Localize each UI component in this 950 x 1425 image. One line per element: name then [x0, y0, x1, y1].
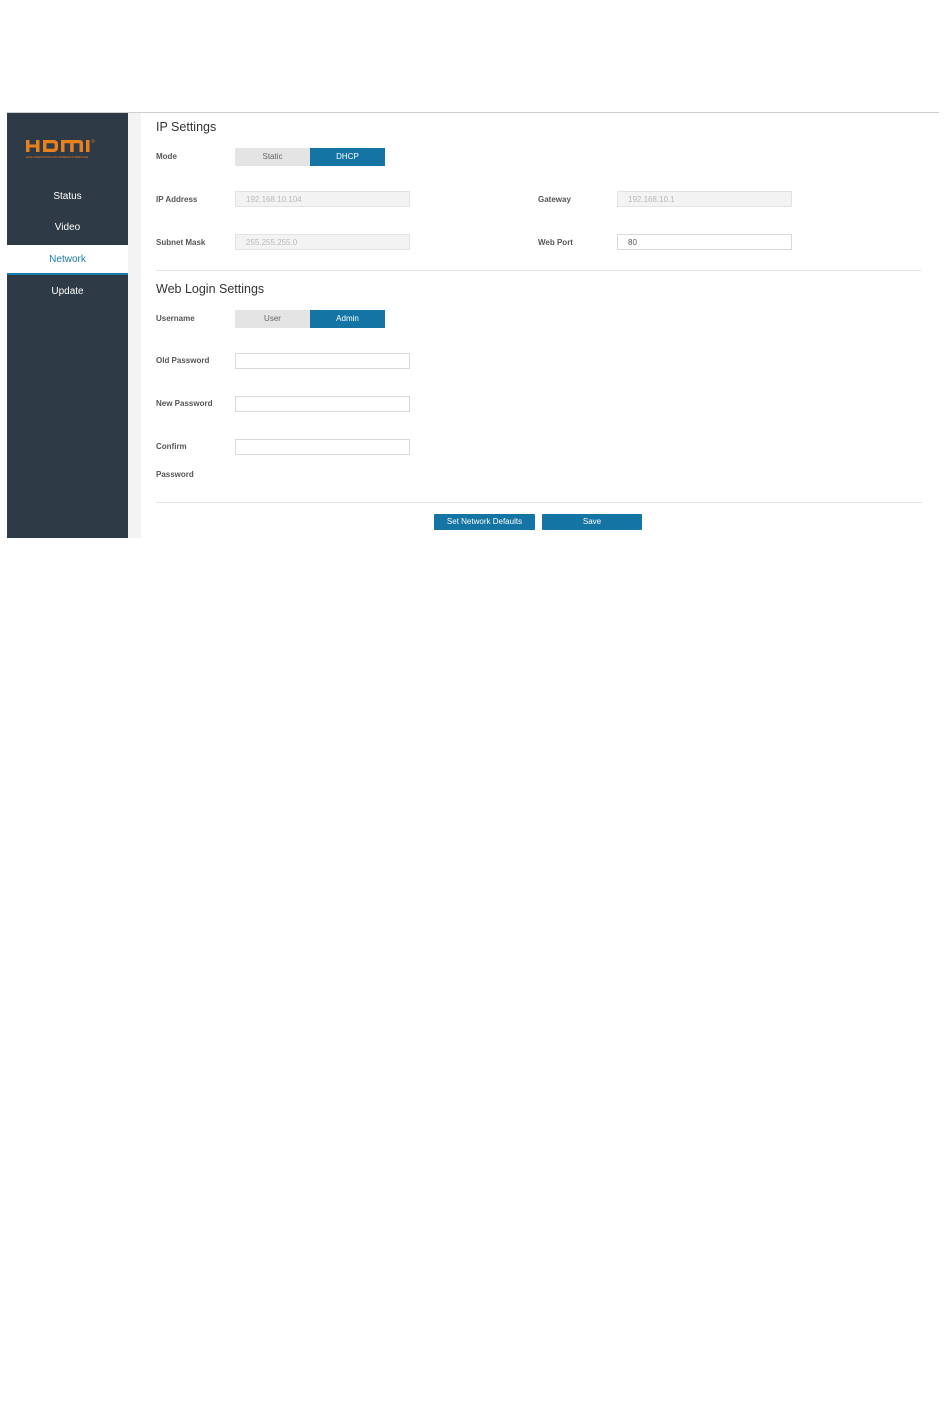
new-password-label: New Password: [156, 399, 213, 408]
mode-dhcp-option[interactable]: DHCP: [310, 148, 385, 166]
sidebar-item-update[interactable]: Update: [7, 278, 128, 306]
mode-toggle: Static DHCP: [235, 148, 385, 166]
new-password-input[interactable]: [235, 396, 410, 412]
username-toggle: User Admin: [235, 310, 385, 328]
hdmi-logo-icon: HIGH-DEFINITION MULTIMEDIA INTERFACE: [26, 139, 95, 159]
old-password-input[interactable]: [235, 353, 410, 369]
gateway-label: Gateway: [538, 195, 571, 204]
mode-label: Mode: [156, 152, 177, 161]
save-button[interactable]: Save: [542, 514, 642, 530]
gateway-input[interactable]: [617, 191, 792, 207]
web-port-input[interactable]: [617, 234, 792, 250]
web-port-label: Web Port: [538, 238, 573, 247]
confirm-password-label: Confirm: [156, 442, 187, 451]
network-settings-panel: IP Settings Mode Static DHCP IP Address …: [141, 113, 939, 538]
confirm-password-label-line2: Password: [156, 470, 194, 479]
ip-address-input[interactable]: [235, 191, 410, 207]
svg-text:HIGH-DEFINITION MULTIMEDIA INT: HIGH-DEFINITION MULTIMEDIA INTERFACE: [26, 155, 88, 159]
old-password-label: Old Password: [156, 356, 210, 365]
sidebar: HIGH-DEFINITION MULTIMEDIA INTERFACE Sta…: [7, 113, 128, 538]
web-login-settings-title: Web Login Settings: [156, 282, 265, 296]
username-admin-option[interactable]: Admin: [310, 310, 385, 328]
set-network-defaults-button[interactable]: Set Network Defaults: [434, 514, 535, 530]
username-user-option[interactable]: User: [235, 310, 310, 328]
ip-settings-title: IP Settings: [156, 120, 217, 134]
ip-address-label: IP Address: [156, 195, 198, 204]
sidebar-item-status[interactable]: Status: [7, 183, 128, 211]
app-frame: HIGH-DEFINITION MULTIMEDIA INTERFACE Sta…: [7, 112, 939, 538]
mode-static-option[interactable]: Static: [235, 148, 310, 166]
subnet-mask-input[interactable]: [235, 234, 410, 250]
sidebar-item-network[interactable]: Network: [7, 245, 128, 275]
actions-divider: [156, 502, 922, 503]
subnet-mask-label: Subnet Mask: [156, 238, 206, 247]
sidebar-gutter: [128, 113, 141, 538]
sidebar-item-video[interactable]: Video: [7, 214, 128, 242]
section-divider: [156, 270, 921, 271]
username-label: Username: [156, 314, 195, 323]
hdmi-logo: HIGH-DEFINITION MULTIMEDIA INTERFACE: [24, 137, 108, 161]
confirm-password-input[interactable]: [235, 439, 410, 455]
